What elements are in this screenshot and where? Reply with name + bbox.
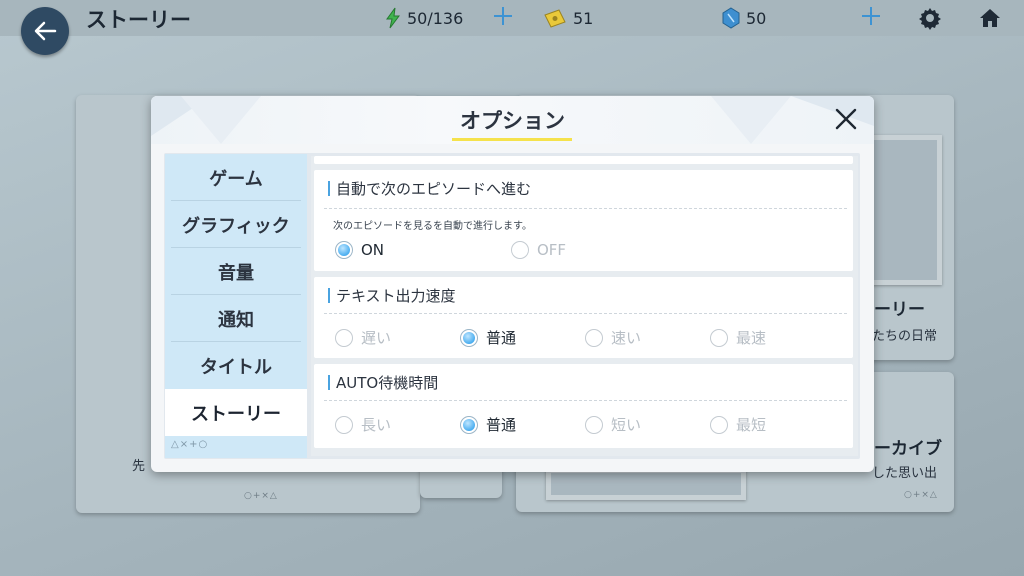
card-photo [862, 135, 942, 285]
tab-label: グラフィック [182, 215, 290, 237]
tab-notifications[interactable]: 通知 [165, 295, 307, 342]
radio-indicator [585, 415, 603, 434]
settings-group-top-strip [314, 156, 853, 164]
setting-label: テキスト出力速度 [328, 285, 456, 306]
radio-auto-next-on[interactable]: ON [335, 241, 384, 259]
card-left-symbols: ○+×△ [244, 491, 278, 501]
card-left-sub: 先 [132, 459, 146, 474]
radio-indicator [335, 415, 353, 434]
radio-indicator [335, 241, 353, 259]
radio-auto-next-off[interactable]: OFF [511, 241, 566, 259]
setting-label: 自動で次のエピソードへ進む [328, 178, 531, 199]
radio-auto-wait-shortest[interactable]: 最短 [710, 414, 766, 435]
radio-text-speed-fast[interactable]: 速い [585, 327, 641, 348]
radio-text-speed-fastest[interactable]: 最速 [710, 327, 766, 348]
card-right-bottom-sub: した思い出 [872, 466, 938, 481]
setting-description: 次のエピソードを見るを自動で進行します。 [333, 221, 532, 232]
radio-text-speed-normal[interactable]: 普通 [460, 327, 516, 348]
tab-title[interactable]: タイトル [165, 342, 307, 389]
tab-story[interactable]: ストーリー [165, 389, 307, 436]
dialog-title: オプション [460, 109, 565, 133]
home-icon[interactable] [978, 6, 1002, 30]
tab-game[interactable]: ゲーム [165, 154, 307, 201]
tab-graphics[interactable]: グラフィック [165, 201, 307, 248]
radio-indicator [585, 328, 603, 347]
options-dialog: オプション ゲーム グラフィック 音量 通知 タイトル ストーリー △×+○ 自… [151, 96, 874, 472]
settings-panel: 自動で次のエピソードへ進む 次のエピソードを見るを自動で進行します。 ON OF… [311, 156, 858, 456]
ticket-counter: 51 [543, 7, 593, 29]
ticket-value: 51 [573, 8, 594, 28]
setting-text-speed: テキスト出力速度 遅い 普通 速い 最速 [314, 277, 853, 358]
card-right-bottom-caption: ーカイブ [874, 439, 942, 459]
radio-indicator [460, 328, 478, 347]
radio-auto-wait-short[interactable]: 短い [585, 414, 641, 435]
gear-icon[interactable] [918, 6, 942, 30]
dialog-header: オプション [151, 96, 874, 144]
radio-indicator [710, 415, 728, 434]
dialog-content: ゲーム グラフィック 音量 通知 タイトル ストーリー △×+○ 自動で次のエピ… [164, 153, 860, 459]
crystal-counter: 50 [722, 7, 766, 29]
card-photo-bottom [546, 468, 746, 500]
radio-text-speed-slow[interactable]: 遅い [335, 327, 391, 348]
tab-label: ストーリー [191, 403, 281, 425]
radio-indicator [335, 328, 353, 347]
stamina-counter: 50/136 [385, 7, 463, 29]
tab-label: 音量 [218, 262, 254, 284]
radio-indicator [460, 415, 478, 434]
ticket-icon [544, 9, 566, 28]
card-right-top-caption: ーリー [874, 300, 925, 320]
radio-indicator [511, 241, 529, 259]
card-right-top-sub: たちの日常 [872, 329, 938, 344]
page-title: ストーリー [86, 8, 191, 32]
close-icon[interactable] [831, 104, 861, 134]
lightning-icon [386, 7, 400, 29]
radio-indicator [710, 328, 728, 347]
setting-label: AUTO待機時間 [328, 372, 438, 393]
crystal-icon [722, 7, 740, 29]
add-crystal-button[interactable] [860, 5, 882, 27]
stamina-value: 50/136 [407, 8, 464, 28]
add-stamina-button[interactable] [492, 5, 514, 27]
tab-sound[interactable]: 音量 [165, 248, 307, 295]
radio-auto-wait-normal[interactable]: 普通 [460, 414, 516, 435]
title-underline [452, 138, 572, 141]
back-button[interactable] [21, 7, 69, 55]
card-right-bottom-symbols: ○+×△ [904, 490, 938, 500]
setting-auto-next: 自動で次のエピソードへ進む 次のエピソードを見るを自動で進行します。 ON OF… [314, 170, 853, 271]
crystal-value: 50 [746, 8, 767, 28]
arrow-left-icon [34, 21, 57, 41]
tab-label: ゲーム [209, 168, 263, 190]
options-tab-list: ゲーム グラフィック 音量 通知 タイトル ストーリー △×+○ [165, 154, 307, 458]
setting-auto-wait: AUTO待機時間 長い 普通 短い 最短 [314, 364, 853, 448]
radio-auto-wait-long[interactable]: 長い [335, 414, 391, 435]
tab-decoration-symbols: △×+○ [171, 439, 209, 450]
tab-label: タイトル [200, 356, 272, 378]
tab-label: 通知 [218, 309, 254, 331]
